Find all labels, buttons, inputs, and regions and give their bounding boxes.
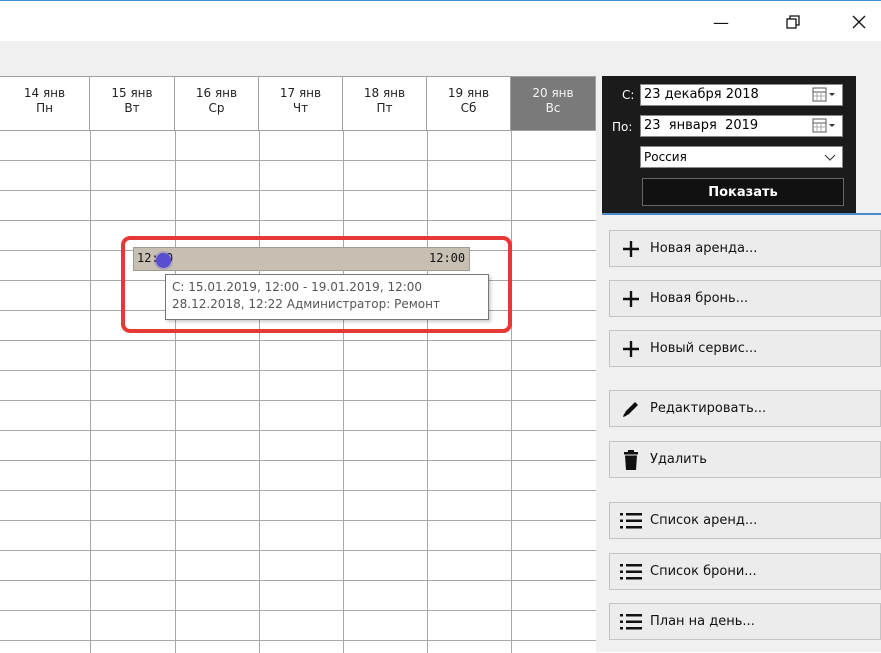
close-icon <box>852 15 866 29</box>
country-select[interactable]: Россия <box>640 146 843 168</box>
calendar-grid[interactable]: 14 янв Пн 15 янв Вт 16 янв Ср 17 янв Чт … <box>0 76 596 653</box>
calendar-dropdown-icon[interactable] <box>811 87 837 103</box>
day-header[interactable]: 18 янв Пт <box>343 77 427 131</box>
to-date-picker[interactable]: 23 января 2019 <box>640 115 843 137</box>
plus-icon <box>620 288 642 310</box>
day-plan-button[interactable]: План на день... <box>609 603 881 640</box>
grid-line <box>90 131 91 653</box>
to-date-value: 23 января 2019 <box>644 118 759 133</box>
day-header[interactable]: 15 янв Вт <box>90 77 175 131</box>
grid-line <box>259 131 260 653</box>
day-date: 16 янв <box>195 86 238 100</box>
restore-button[interactable] <box>771 7 815 37</box>
edit-label: Редактировать... <box>650 401 767 416</box>
delete-label: Удалить <box>650 452 707 467</box>
chevron-down-icon <box>824 154 836 161</box>
country-value: Россия <box>644 150 687 164</box>
from-date-picker[interactable]: 23 декабря 2018 <box>640 84 843 106</box>
title-bar: — <box>0 1 881 41</box>
new-booking-label: Новая бронь... <box>650 291 749 306</box>
day-weekday: Вс <box>545 101 561 115</box>
day-weekday: Пн <box>36 101 53 115</box>
day-weekday: Вт <box>124 101 140 115</box>
day-weekday: Пт <box>376 101 393 115</box>
show-button[interactable]: Показать <box>642 178 844 206</box>
day-weekday: Сб <box>460 101 477 115</box>
rental-list-button[interactable]: Список аренд... <box>609 502 881 539</box>
day-header-selected[interactable]: 20 янв Вс <box>511 77 596 131</box>
grid-line <box>427 131 428 653</box>
new-rental-label: Новая аренда... <box>650 241 758 256</box>
from-date-label: С: <box>622 88 635 102</box>
minimize-icon: — <box>713 12 729 32</box>
day-date: 20 янв <box>532 86 574 100</box>
edit-button[interactable]: Редактировать... <box>609 390 881 427</box>
day-date: 19 янв <box>447 86 490 100</box>
grid-line <box>175 131 176 653</box>
list-icon <box>620 561 642 583</box>
to-date-label: По: <box>612 120 633 134</box>
pencil-icon <box>620 398 642 420</box>
calendar-dropdown-icon[interactable] <box>811 118 837 134</box>
panel-accent-line <box>602 213 881 215</box>
day-header[interactable]: 14 янв Пн <box>0 77 90 131</box>
day-date: 17 янв <box>279 86 322 100</box>
close-button[interactable] <box>837 7 881 37</box>
day-weekday: Ср <box>208 101 225 115</box>
booking-list-button[interactable]: Список брони... <box>609 553 881 590</box>
new-service-button[interactable]: Новый сервис... <box>609 330 881 367</box>
restore-icon <box>786 15 800 29</box>
toolbar-area <box>0 41 881 73</box>
plus-icon <box>620 338 642 360</box>
calendar-header: 14 янв Пн 15 янв Вт 16 янв Ср 17 янв Чт … <box>0 77 596 131</box>
plus-icon <box>620 238 642 260</box>
day-plan-label: План на день... <box>650 614 755 629</box>
highlight-annotation <box>121 236 512 333</box>
minimize-button[interactable]: — <box>699 7 743 37</box>
new-rental-button[interactable]: Новая аренда... <box>609 230 881 267</box>
new-booking-button[interactable]: Новая бронь... <box>609 280 881 317</box>
day-header[interactable]: 17 янв Чт <box>259 77 343 131</box>
list-icon <box>620 510 642 532</box>
day-weekday: Чт <box>292 101 309 115</box>
from-date-value: 23 декабря 2018 <box>644 87 759 102</box>
trash-icon <box>620 449 642 471</box>
new-service-label: Новый сервис... <box>650 341 758 356</box>
day-header[interactable]: 16 янв Ср <box>175 77 259 131</box>
day-header[interactable]: 19 янв Сб <box>427 77 511 131</box>
booking-list-label: Список брони... <box>650 564 757 579</box>
delete-button[interactable]: Удалить <box>609 441 881 478</box>
list-icon <box>620 611 642 633</box>
day-date: 14 янв <box>23 86 66 100</box>
rental-list-label: Список аренд... <box>650 513 758 528</box>
day-date: 15 янв <box>111 86 153 100</box>
grid-line <box>511 131 512 653</box>
day-date: 18 янв <box>363 86 406 100</box>
grid-line <box>343 131 344 653</box>
